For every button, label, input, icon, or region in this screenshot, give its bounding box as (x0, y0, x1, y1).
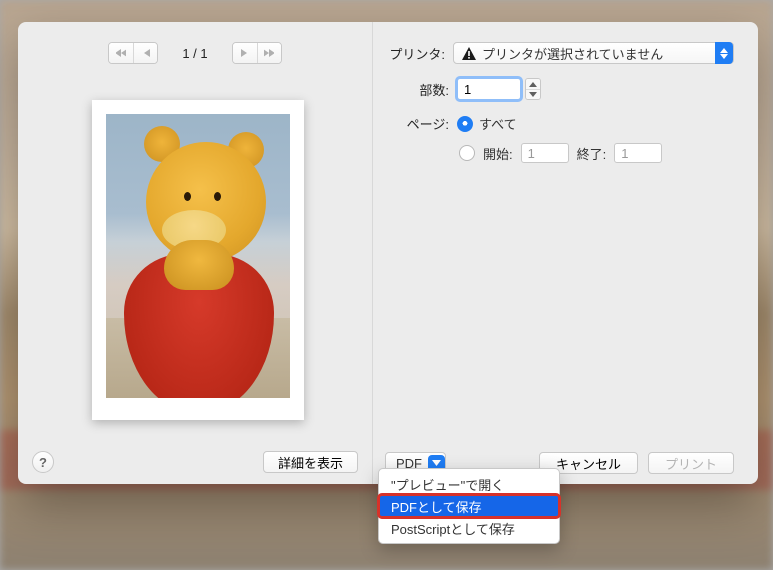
pages-to-input[interactable] (614, 143, 662, 163)
options-pane: プリンタ: プリンタが選択されていません 部数: ページ: (373, 22, 758, 484)
last-page-button[interactable] (257, 43, 281, 63)
help-button[interactable]: ? (32, 451, 54, 473)
pages-range-radio[interactable] (459, 145, 475, 161)
copies-label: 部数: (415, 80, 449, 99)
pages-label: ページ: (401, 114, 449, 133)
print-button[interactable]: プリント (648, 452, 734, 474)
menu-save-as-pdf[interactable]: PDFとして保存 (379, 495, 559, 517)
preview-image (106, 114, 290, 398)
first-page-button[interactable] (109, 43, 133, 63)
printer-select[interactable]: プリンタが選択されていません (453, 42, 734, 64)
pages-row: ページ: すべて (401, 114, 734, 133)
copies-step-up[interactable] (526, 79, 540, 89)
pages-range-label: 開始: (483, 144, 513, 163)
pages-range-row: 開始: 終了: (459, 143, 734, 163)
prev-page-button[interactable] (133, 43, 157, 63)
pages-from-input[interactable] (521, 143, 569, 163)
printer-row: プリンタ: プリンタが選択されていません (385, 42, 734, 64)
page-preview (92, 100, 304, 420)
print-dialog: 1 / 1 ? 詳細を表示 プリンタ: (18, 22, 758, 484)
copies-input[interactable] (457, 78, 521, 100)
copies-step-down[interactable] (526, 89, 540, 99)
pages-all-label: すべて (479, 114, 517, 133)
preview-pane: 1 / 1 ? 詳細を表示 (18, 22, 373, 484)
copies-stepper[interactable] (525, 78, 541, 100)
printer-label: プリンタ: (385, 44, 445, 63)
next-page-button[interactable] (233, 43, 257, 63)
warning-icon (462, 47, 476, 60)
page-indicator: 1 / 1 (182, 46, 207, 61)
next-page-buttons[interactable] (232, 42, 282, 64)
pdf-menu: "プレビュー"で開く PDFとして保存 PostScriptとして保存 (378, 468, 560, 544)
printer-value: プリンタが選択されていません (482, 44, 663, 63)
page-navigation: 1 / 1 (18, 22, 372, 64)
pages-all-radio[interactable] (457, 116, 473, 132)
left-bottom-bar: ? 詳細を表示 (18, 440, 372, 484)
menu-open-in-preview[interactable]: "プレビュー"で開く (379, 473, 559, 495)
copies-row: 部数: (415, 78, 734, 100)
prev-page-buttons[interactable] (108, 42, 158, 64)
show-details-button[interactable]: 詳細を表示 (263, 451, 358, 473)
pages-range-end-label: 終了: (577, 144, 607, 163)
menu-save-as-postscript[interactable]: PostScriptとして保存 (379, 517, 559, 539)
updown-icon (715, 42, 733, 64)
